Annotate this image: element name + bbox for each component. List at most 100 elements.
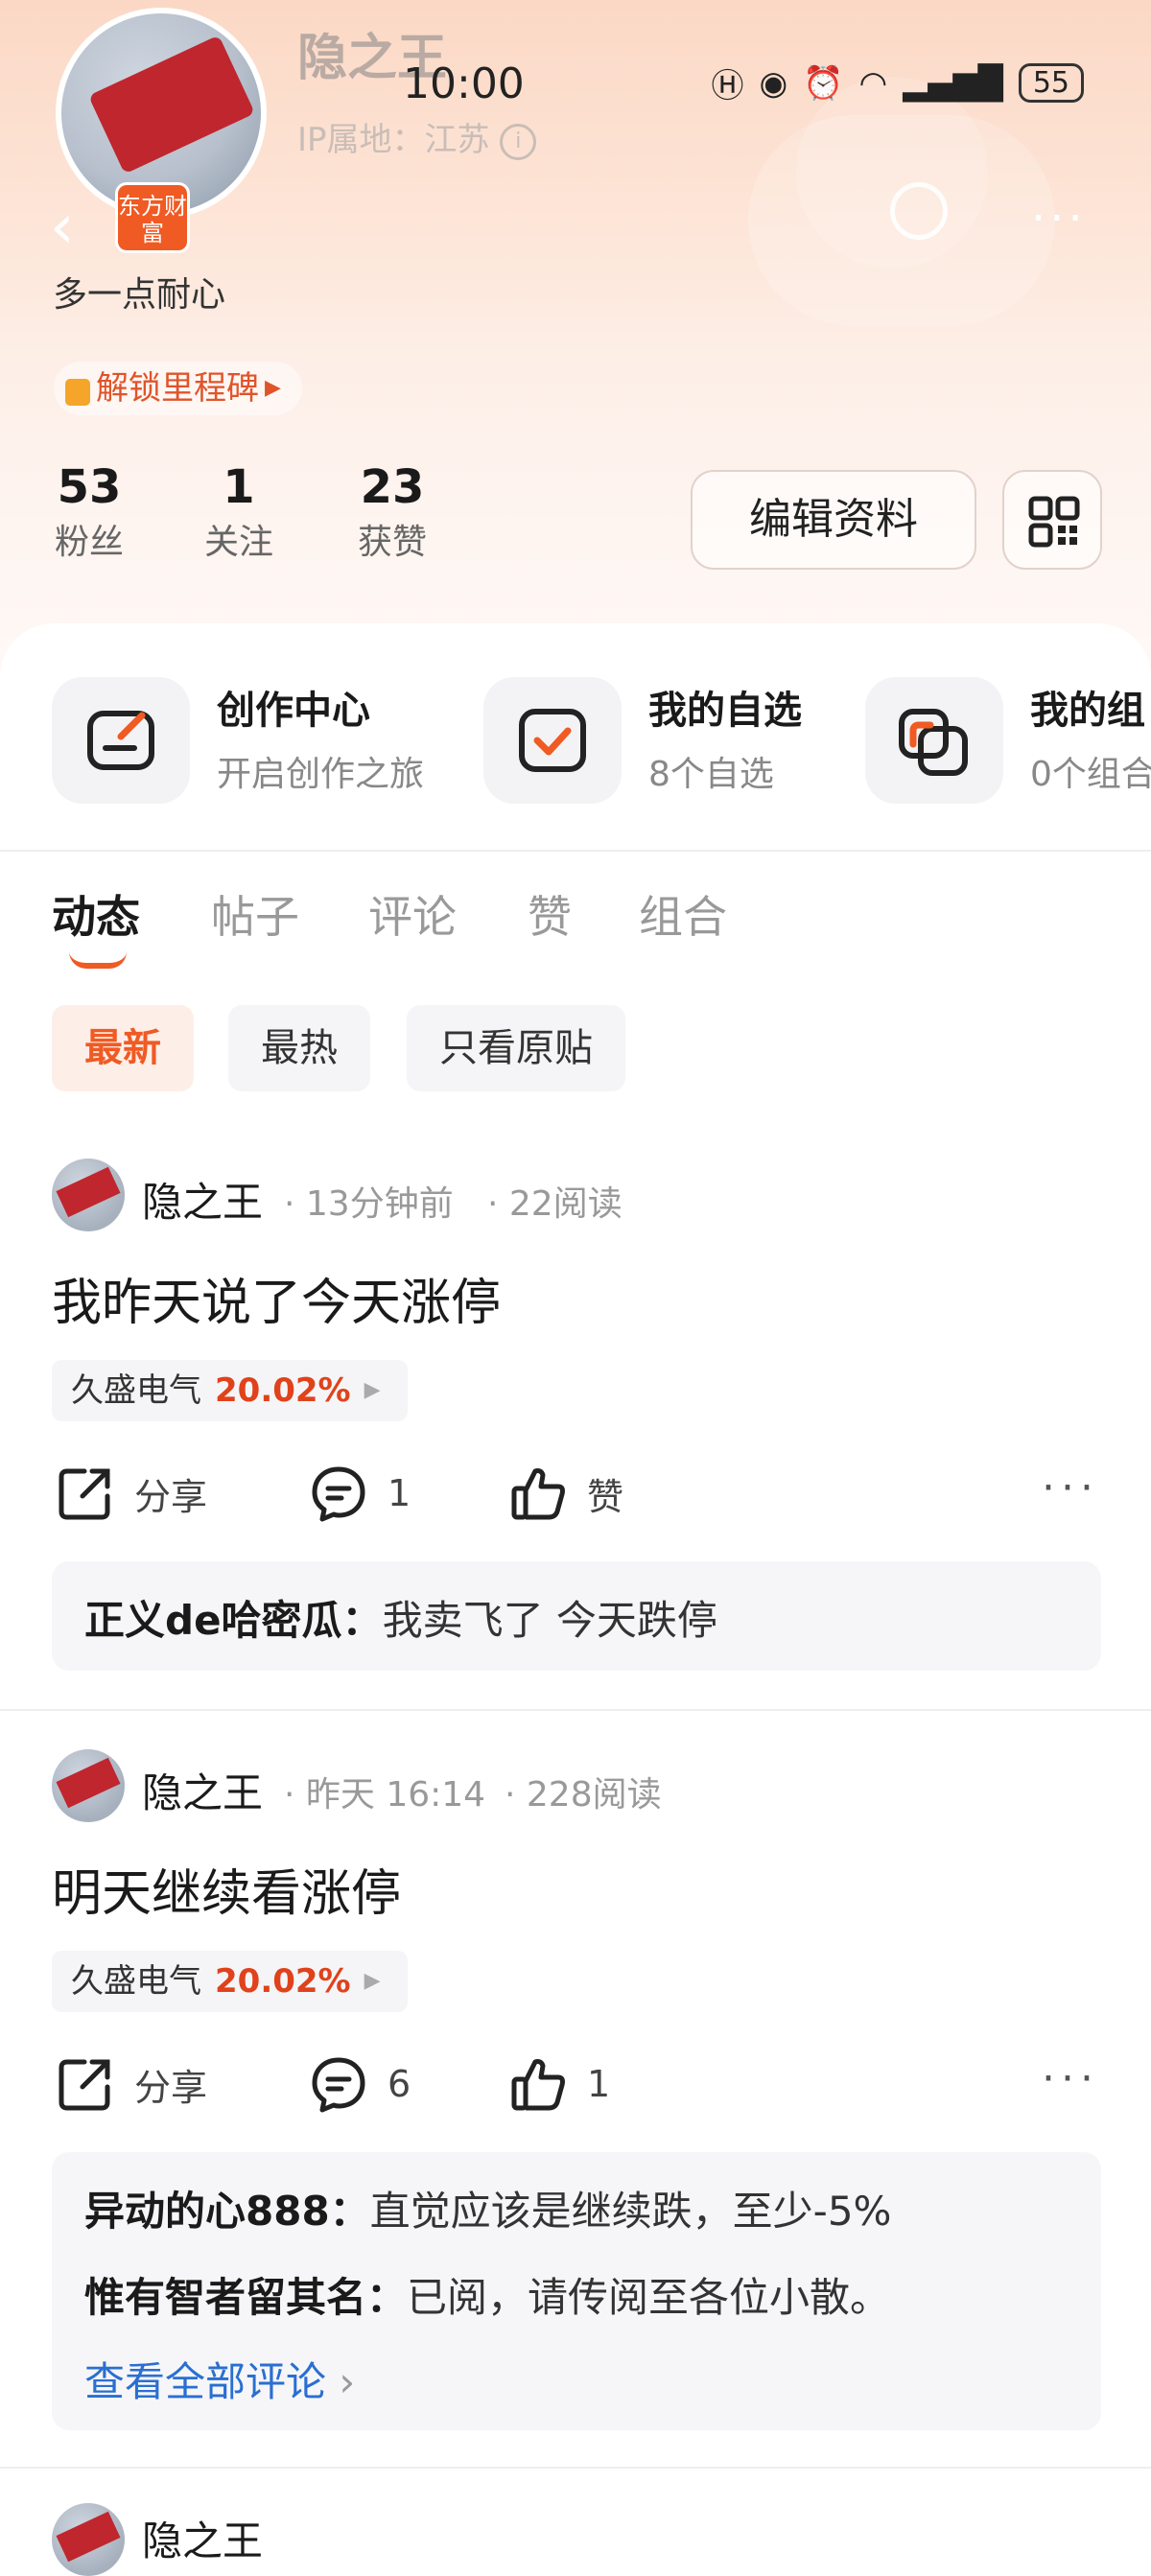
- qa-subtitle-watchlist: 8个自选: [648, 755, 774, 794]
- stat-following[interactable]: 1 关注: [188, 460, 290, 564]
- filter-hot[interactable]: 最热: [228, 1005, 370, 1091]
- creation-center-icon[interactable]: [52, 677, 190, 804]
- comment-user[interactable]: 正义de哈密瓜：: [84, 1597, 383, 1644]
- stock-name: 久盛电气: [71, 1371, 201, 1410]
- comment-button[interactable]: 1: [309, 1464, 411, 1523]
- more-options-icon[interactable]: ···: [1042, 1464, 1099, 1512]
- comment-icon: [312, 1466, 365, 1522]
- comment-line: 惟有智者留其名：已阅，请传阅至各位小散。: [84, 2265, 890, 2324]
- stock-name: 久盛电气: [71, 1962, 201, 2001]
- more-icon[interactable]: ···: [1031, 192, 1087, 246]
- qa-subtitle-portfolio: 0个组合: [1030, 755, 1151, 794]
- tab-active-indicator: [69, 951, 127, 969]
- info-icon[interactable]: i: [500, 123, 537, 160]
- status-icons: Ⓗ ◉ ⏰ ◠ ▂▄▆█ 55: [712, 59, 1084, 106]
- tab-comments[interactable]: 评论: [368, 882, 457, 946]
- comment-text: 已阅，请传阅至各位小散。: [407, 2274, 891, 2321]
- comment-preview[interactable]: 正义de哈密瓜：我卖飞了 今天跌停: [52, 1561, 1101, 1671]
- portfolio-icon[interactable]: [865, 677, 1003, 804]
- comment-text: 直觉应该是继续跌，至少-5%: [369, 2188, 892, 2235]
- lock-icon: [65, 379, 90, 406]
- battery-indicator: 55: [1018, 63, 1084, 103]
- share-button[interactable]: 分享: [56, 2054, 207, 2114]
- stock-change: 20.02%: [215, 1962, 351, 2001]
- eastmoney-badge: 东方财富: [115, 182, 190, 253]
- post-author[interactable]: 隐之王: [142, 2509, 263, 2567]
- comment-line: 异动的心888：直觉应该是继续跌，至少-5%: [84, 2179, 891, 2237]
- post-author[interactable]: 隐之王: [142, 1170, 263, 1229]
- post-author[interactable]: 隐之王: [142, 1761, 263, 1819]
- back-icon[interactable]: ‹: [50, 192, 75, 263]
- post-text[interactable]: 明天继续看涨停: [52, 1853, 401, 1925]
- tab-portfolio[interactable]: 组合: [639, 882, 727, 946]
- triangle-right-icon: ▶: [364, 1969, 381, 1993]
- stock-tag[interactable]: 久盛电气 20.02% ▶: [52, 1951, 408, 2012]
- stat-value: 1: [223, 460, 255, 514]
- avatar[interactable]: [52, 1159, 125, 1231]
- tab-dynamic[interactable]: 动态: [52, 882, 140, 946]
- wifi-icon: ◠: [858, 63, 888, 103]
- status-time: 10:00: [403, 59, 525, 108]
- thumbs-up-icon: [511, 2059, 565, 2111]
- qa-title-creation[interactable]: 创作中心: [217, 679, 370, 735]
- post-reads: · 228阅读: [505, 1775, 662, 1815]
- view-all-comments-link[interactable]: 查看全部评论 ›: [84, 2350, 355, 2408]
- stat-label: 获赞: [357, 523, 427, 562]
- qa-portfolio-clip: 我的组 0个组合: [1030, 671, 1151, 796]
- qr-code-button[interactable]: [1002, 470, 1102, 570]
- stat-likes[interactable]: 23 获赞: [341, 460, 443, 564]
- share-label: 分享: [134, 2066, 208, 2109]
- stat-label: 粉丝: [54, 523, 124, 562]
- comment-icon: [312, 2057, 365, 2113]
- share-icon: [59, 2059, 110, 2111]
- stat-label: 关注: [203, 523, 273, 562]
- post-divider: [0, 2467, 1151, 2469]
- qa-title-portfolio[interactable]: 我的组: [1030, 679, 1145, 735]
- ip-location: IP属地：江苏 i: [297, 113, 537, 160]
- stock-tag[interactable]: 久盛电气 20.02% ▶: [52, 1360, 408, 1421]
- alarm-icon: ⏰: [803, 63, 844, 103]
- avatar[interactable]: [52, 1749, 125, 1822]
- watchlist-icon[interactable]: [483, 677, 622, 804]
- 5g-signal-icon: ▂▄▆█: [903, 63, 1003, 103]
- hd-icon: Ⓗ: [711, 67, 744, 105]
- profile-bio: 多一点耐心: [53, 275, 226, 315]
- comment-count: 1: [388, 1472, 411, 1514]
- like-button[interactable]: 赞: [508, 1464, 623, 1523]
- stat-fans[interactable]: 53 粉丝: [38, 460, 140, 564]
- comment-text: 我卖飞了 今天跌停: [382, 1597, 717, 1644]
- filter-latest[interactable]: 最新: [52, 1005, 194, 1091]
- triangle-right-icon: ▶: [265, 376, 281, 400]
- comment-button[interactable]: 6: [309, 2054, 411, 2114]
- eye-icon: ◉: [759, 63, 788, 103]
- triangle-right-icon: ▶: [364, 1378, 381, 1402]
- comment-user[interactable]: 异动的心888：: [84, 2188, 370, 2235]
- post-divider: [0, 1709, 1151, 1711]
- more-options-icon[interactable]: ···: [1042, 2054, 1099, 2103]
- comment-user[interactable]: 惟有智者留其名：: [84, 2274, 407, 2321]
- stat-value: 53: [57, 460, 122, 514]
- qa-title-watchlist[interactable]: 我的自选: [648, 679, 802, 735]
- tab-likes[interactable]: 赞: [528, 882, 572, 946]
- like-label: 赞: [587, 1475, 624, 1518]
- qa-subtitle-creation: 开启创作之旅: [217, 755, 425, 794]
- post-text[interactable]: 我昨天说了今天涨停: [52, 1262, 501, 1334]
- filter-original-only[interactable]: 只看原贴: [407, 1005, 625, 1091]
- section-divider: [0, 850, 1151, 852]
- search-icon[interactable]: [890, 182, 948, 240]
- comment-line: 正义de哈密瓜：我卖飞了 今天跌停: [84, 1588, 717, 1647]
- stock-change: 20.02%: [215, 1371, 351, 1410]
- comment-preview[interactable]: 异动的心888：直觉应该是继续跌，至少-5% 惟有智者留其名：已阅，请传阅至各位…: [52, 2152, 1101, 2430]
- edit-profile-button[interactable]: 编辑资料: [691, 470, 976, 570]
- like-button[interactable]: 1: [508, 2054, 610, 2114]
- tab-posts[interactable]: 帖子: [211, 882, 299, 946]
- share-label: 分享: [134, 1475, 208, 1518]
- share-icon: [59, 1468, 110, 1520]
- share-button[interactable]: 分享: [56, 1464, 207, 1523]
- milestone-label: 解锁里程碑: [96, 369, 259, 408]
- avatar[interactable]: [52, 2503, 125, 2576]
- milestone-button[interactable]: 解锁里程碑 ▶: [54, 362, 302, 415]
- thumbs-up-icon: [511, 1468, 565, 1520]
- comment-count: 6: [388, 2063, 411, 2105]
- qr-icon: [1028, 496, 1080, 548]
